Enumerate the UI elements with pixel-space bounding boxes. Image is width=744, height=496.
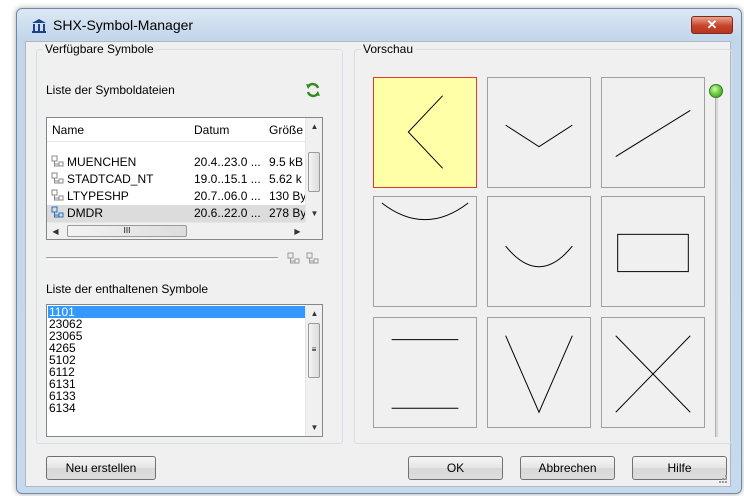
zoom-slider-knob[interactable] <box>709 84 723 98</box>
rectangle-symbol-icon <box>617 233 689 273</box>
symbol-file-icon <box>51 206 64 218</box>
scroll-left-arrow-icon[interactable]: ◀ <box>47 223 64 240</box>
symbol-list-item[interactable]: 23065 <box>48 330 306 342</box>
close-button[interactable]: ✕ <box>691 16 733 34</box>
file-row[interactable]: LTYPESHP 20.7..06.0 ... 130 By <box>47 188 307 205</box>
file-name: DMDR <box>67 206 103 220</box>
preview-tile[interactable] <box>373 196 477 307</box>
symbol-list-item-selected[interactable]: 1101 <box>48 306 306 318</box>
scroll-grip: III <box>123 226 131 235</box>
symbol-file-icon <box>51 172 64 184</box>
ok-button[interactable]: OK <box>408 456 503 480</box>
window-title: SHX-Symbol-Manager <box>53 17 194 33</box>
contained-symbols-label: Liste der enthaltenen Symbole <box>46 282 209 296</box>
preview-tile[interactable] <box>487 77 591 188</box>
chevron-down-symbol-icon <box>505 124 573 148</box>
file-name: MUENCHEN <box>67 155 137 169</box>
symbol-file-icon <box>51 155 64 167</box>
x-shape-symbol-icon <box>615 335 691 413</box>
scroll-right-arrow-icon[interactable]: ▶ <box>289 223 306 240</box>
v-shape-symbol-icon <box>505 335 573 414</box>
scroll-down-arrow-icon[interactable]: ▼ <box>306 419 322 436</box>
symbol-list-item[interactable]: 6133 <box>48 390 306 402</box>
symbol-files-label: Liste der Symboldateien <box>46 83 175 97</box>
column-header-size[interactable]: Größe <box>269 123 303 137</box>
preview-tile[interactable] <box>601 317 705 428</box>
two-hlines-symbol-icon <box>391 339 459 409</box>
available-symbols-legend: Verfügbare Symbole <box>43 42 156 56</box>
symbol-list-item[interactable]: 6134 <box>48 402 306 412</box>
preview-grid <box>363 67 718 437</box>
help-button[interactable]: Hilfe <box>632 456 727 480</box>
new-button[interactable]: Neu erstellen <box>46 456 156 480</box>
file-name: STADTCAD_NT <box>67 172 154 186</box>
files-horizontal-scrollbar[interactable]: ◀ III ▶ <box>47 222 306 239</box>
resize-grip-icon[interactable] <box>718 474 728 484</box>
file-row[interactable]: MUENCHEN 20.4..23.0 ... 9.5 kB <box>47 154 307 171</box>
file-date: 20.4..23.0 ... <box>194 155 261 169</box>
listview-header: Name Datum Größe <box>47 118 307 142</box>
files-vertical-scrollbar[interactable]: ▲ ▼ <box>305 118 322 222</box>
file-name: LTYPESHP <box>67 189 129 203</box>
chevron-left-symbol-icon <box>407 95 444 169</box>
preview-legend: Vorschau <box>361 42 416 56</box>
symbol-list-item[interactable]: 23062 <box>48 318 306 330</box>
zoom-slider-track[interactable] <box>715 94 718 437</box>
scroll-thumb[interactable] <box>308 152 320 192</box>
cancel-button[interactable]: Abbrechen <box>520 456 615 480</box>
preview-tile[interactable] <box>487 317 591 428</box>
symbol-list-item[interactable]: 6112 <box>48 366 306 378</box>
preview-tile[interactable] <box>487 196 591 307</box>
remove-symbol-file-icon[interactable] <box>306 252 320 266</box>
arc-bottom-symbol-icon <box>505 245 573 268</box>
preview-tile-selected[interactable] <box>373 77 477 188</box>
scroll-down-arrow-icon[interactable]: ▼ <box>306 205 323 222</box>
file-row-selected[interactable]: DMDR 20.6..22.0 ... 278 By <box>47 205 307 222</box>
file-size: 278 By <box>269 206 307 220</box>
symbol-list-item[interactable]: 6131 <box>48 378 306 390</box>
scroll-thumb[interactable]: III <box>67 225 187 237</box>
arc-top-symbol-icon <box>381 202 469 220</box>
add-symbol-file-icon[interactable] <box>287 252 301 266</box>
diagonal-line-symbol-icon <box>615 110 691 157</box>
symbol-list-item[interactable]: 5102 <box>48 354 306 366</box>
symbol-files-listview[interactable]: Name Datum Größe MUENCHEN 20.4..23.0 ...… <box>46 117 323 240</box>
splitter-line[interactable] <box>46 257 278 260</box>
symbol-list-item[interactable]: 4265 <box>48 342 306 354</box>
refresh-icon[interactable] <box>305 82 321 98</box>
title-bar[interactable]: SHX-Symbol-Manager ✕ <box>17 9 741 39</box>
file-date: 19.0..15.1 ... <box>194 172 261 186</box>
symbols-vertical-scrollbar[interactable]: ▲ ≡ ▼ <box>305 305 322 436</box>
contained-symbols-listbox[interactable]: 1101 23062 23065 4265 5102 6112 6131 613… <box>46 304 323 437</box>
column-header-name[interactable]: Name <box>52 123 84 137</box>
preview-tile[interactable] <box>601 196 705 307</box>
scrollbar-corner <box>305 222 322 239</box>
dialog-client-area: Verfügbare Symbole Liste der Symboldatei… <box>25 41 732 487</box>
file-size: 130 By <box>269 189 307 203</box>
scroll-up-arrow-icon[interactable]: ▲ <box>306 305 322 322</box>
file-date: 20.7..06.0 ... <box>194 189 261 203</box>
preview-tile[interactable] <box>601 77 705 188</box>
symbol-manager-window: SHX-Symbol-Manager ✕ Verfügbare Symbole … <box>16 8 742 494</box>
scroll-thumb[interactable]: ≡ <box>308 323 320 378</box>
file-size: 9.5 kB <box>269 155 304 169</box>
close-icon: ✕ <box>706 17 718 32</box>
file-date: 20.6..22.0 ... <box>194 206 261 220</box>
column-header-date[interactable]: Datum <box>194 123 229 137</box>
scroll-up-arrow-icon[interactable]: ▲ <box>306 118 323 135</box>
symbol-file-icon <box>51 189 64 201</box>
file-size: 5.62 k <box>269 172 302 186</box>
library-icon <box>32 19 46 33</box>
file-row[interactable]: STADTCAD_NT 19.0..15.1 ... 5.62 k <box>47 171 307 188</box>
preview-tile[interactable] <box>373 317 477 428</box>
